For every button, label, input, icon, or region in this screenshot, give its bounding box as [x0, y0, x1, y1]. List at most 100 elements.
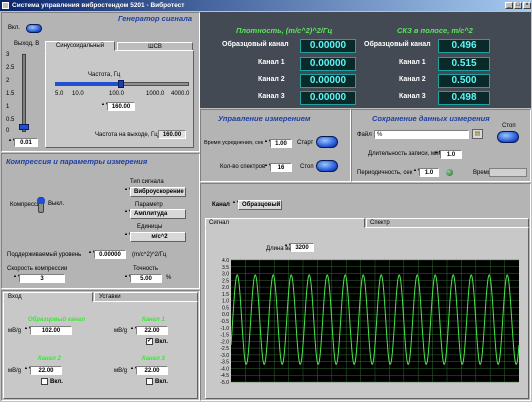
out-freq-label: Частота на выходе, Гц — [95, 132, 158, 138]
accuracy-spinner[interactable]: ▲▼ — [124, 274, 132, 283]
tab-sinusoidal[interactable]: Синусоидальный — [45, 41, 115, 51]
level-spinner[interactable]: ▲▼ — [88, 250, 96, 259]
ch2-sens-unit: мВ/g — [8, 368, 22, 374]
param-spinner[interactable]: ▲▼ — [124, 209, 132, 218]
tab-input[interactable]: Вход — [3, 292, 93, 302]
freq-label: Частота, Гц — [88, 72, 121, 78]
compression-toggle-knob[interactable] — [37, 198, 45, 204]
chart-y-tick-label: -0.5 — [220, 319, 229, 325]
signal-type-spinner[interactable]: ▲▼ — [124, 187, 132, 196]
sample-length-value[interactable]: 3200 — [290, 243, 314, 252]
units-label: Единицы — [137, 224, 163, 230]
output-slider-track[interactable] — [22, 54, 26, 132]
freq-value[interactable]: 160.00 — [107, 102, 135, 111]
duration-spinner[interactable]: ▲▼ — [434, 150, 442, 159]
period-label: Периодичность, сек — [357, 170, 413, 176]
ch1-value[interactable]: 22.00 — [136, 326, 168, 335]
channel-select[interactable]: Образцовый — [238, 200, 282, 210]
spectra-count-value[interactable]: 16 — [270, 163, 292, 172]
spectra-count-spinner[interactable]: ▲▼ — [264, 163, 272, 172]
output-scale: 3 2.5 2 1.5 1 0.5 0 — [6, 52, 15, 134]
ref-channel-label: Образцовый канал — [28, 317, 86, 323]
channel-label: Канал — [212, 202, 230, 208]
ch3-label: Канал 3 — [142, 356, 165, 362]
chart-y-tick-label: 4.0 — [222, 258, 229, 264]
ref-spinner[interactable]: ▲▼ — [24, 326, 32, 335]
file-label: Файл — [357, 132, 372, 138]
chart-y-tick-label: 1.0 — [222, 299, 229, 305]
freq-spinner[interactable]: ▲▼ — [101, 102, 109, 111]
units-select[interactable]: м/с^2 — [130, 232, 186, 242]
ch2-enable-checkbox[interactable] — [41, 378, 48, 385]
folder-icon[interactable]: ▤ — [472, 129, 483, 139]
signal-type-label: Тип сигнала — [130, 179, 164, 185]
accuracy-value[interactable]: 5.00 — [130, 274, 162, 283]
sample-length-spinner[interactable]: ▲▼ — [284, 243, 292, 252]
freq-slider-thumb[interactable] — [118, 80, 124, 88]
output-slider-thumb[interactable] — [19, 124, 29, 130]
level-unit: (m/c^2)^2/Гц — [132, 252, 167, 258]
stop-button[interactable] — [316, 160, 338, 172]
speed-value[interactable]: 3 — [19, 274, 65, 283]
ch2-enable-label: Вкл. — [50, 379, 63, 385]
chart-y-tick-label: 1.5 — [222, 292, 229, 298]
ch3-enable-checkbox[interactable] — [146, 378, 153, 385]
avg-time-value[interactable]: 1.00 — [270, 139, 292, 148]
ch2-label: Канал 2 — [38, 356, 61, 362]
chart-y-tick-label: 3.5 — [222, 265, 229, 271]
ch3-value[interactable]: 22.00 — [136, 366, 168, 375]
signal-chart: 4.03.53.02.52.01.51.00.50.0-0.5-1.0-1.5-… — [220, 258, 520, 386]
chart-y-tick-label: -2.0 — [220, 339, 229, 345]
ch1-enable-checkbox[interactable]: ✓ — [146, 338, 153, 345]
freq-tick-5: 5.0 — [55, 91, 64, 97]
param-select[interactable]: Амплитуда — [130, 209, 186, 219]
ch2-spinner[interactable]: ▲▼ — [24, 366, 32, 375]
ch1-sens-unit: мВ/g — [114, 328, 128, 334]
ch1-spinner[interactable]: ▲▼ — [130, 326, 138, 335]
start-button[interactable] — [316, 136, 338, 148]
density-ref-label: Образцовый канал — [222, 41, 289, 48]
avg-time-spinner[interactable]: ▲▼ — [264, 139, 272, 148]
ch2-value[interactable]: 22.00 — [30, 366, 62, 375]
close-button[interactable]: × — [523, 2, 531, 9]
density-ch1-label: Канал 1 — [258, 59, 285, 66]
minimize-button[interactable]: _ — [505, 2, 513, 9]
rms-ch1-value: 0.515 — [438, 57, 490, 71]
save-title: Сохранение данных измерения — [372, 114, 490, 123]
output-spinner[interactable]: ▲▼ — [8, 138, 16, 147]
inputs-tab-body — [3, 301, 198, 399]
file-path-input[interactable]: % — [374, 130, 469, 139]
chart-y-tick-label: 0.5 — [222, 305, 229, 311]
rms-ch3-value: 0.498 — [438, 91, 490, 105]
accuracy-unit: % — [166, 275, 172, 281]
period-spinner[interactable]: ▲▼ — [413, 168, 421, 177]
tab-signal[interactable]: Сигнал — [205, 218, 365, 228]
accuracy-label: Точность — [133, 266, 159, 272]
signal-type-select[interactable]: Виброускорение — [130, 187, 186, 197]
ch1-enable-label: Вкл. — [155, 339, 168, 345]
compression-title: Компрессия и параметры измерения — [6, 157, 148, 166]
chart-y-tick-label: 2.5 — [222, 278, 229, 284]
speed-spinner[interactable]: ▲▼ — [13, 274, 21, 283]
level-value[interactable]: 0.00000 — [94, 250, 126, 259]
period-value[interactable]: 1.0 — [419, 168, 439, 177]
chart-y-tick-label: 2.0 — [222, 285, 229, 291]
chart-y-tick-label: -3.0 — [220, 353, 229, 359]
chart-y-tick-label: 0.0 — [222, 312, 229, 318]
output-value[interactable]: 0.01 — [14, 138, 38, 147]
generator-enable-button[interactable] — [26, 24, 42, 33]
out-freq-value: 160.00 — [158, 130, 186, 139]
maximize-button[interactable]: □ — [514, 2, 522, 9]
density-ref-value: 0.00000 — [300, 39, 356, 53]
density-ch3-value: 0.00000 — [300, 91, 356, 105]
ch3-spinner[interactable]: ▲▼ — [130, 366, 138, 375]
rms-ch2-value: 0.500 — [438, 74, 490, 88]
ref-value[interactable]: 102.00 — [30, 326, 72, 335]
duration-value[interactable]: 1.0 — [440, 150, 462, 159]
units-spinner[interactable]: ▲▼ — [124, 232, 132, 241]
density-ch2-value: 0.00000 — [300, 74, 356, 88]
duration-label: Длительность записи, мин — [368, 151, 442, 157]
save-stop-button[interactable] — [497, 131, 519, 143]
channel-spinner[interactable]: ▲▼ — [232, 200, 240, 209]
ch1-label: Канал 1 — [142, 317, 165, 323]
